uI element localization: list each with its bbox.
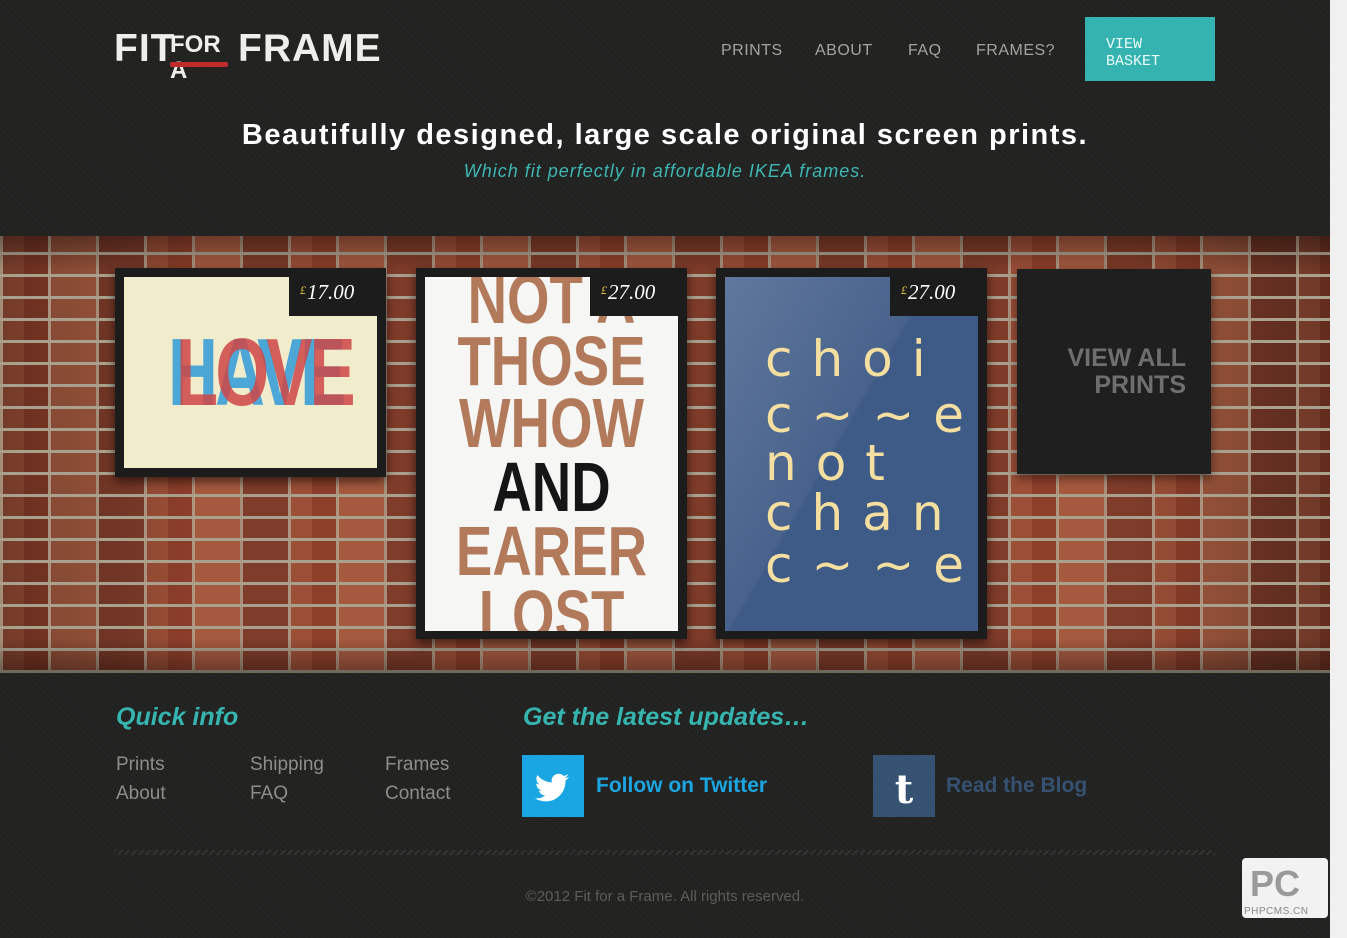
follow-twitter-link[interactable]: Follow on Twitter — [596, 774, 767, 798]
footer-link-shipping[interactable]: Shipping — [250, 754, 324, 776]
art-line: chan — [765, 484, 963, 542]
art-line: c~~e — [765, 536, 978, 594]
quick-info-heading: Quick info — [116, 703, 239, 731]
art-text: LOVE — [176, 319, 356, 426]
view-basket-label: VIEW BASKET — [1106, 36, 1161, 70]
nav-about[interactable]: ABOUT — [815, 42, 873, 60]
currency-symbol: £ — [901, 283, 907, 297]
logo-word-for-a: FOR A — [170, 31, 221, 84]
footer-divider — [114, 850, 1215, 855]
currency-symbol: £ — [300, 283, 306, 297]
page: FIT FOR A FRAME PRINTS ABOUT FAQ FRAMES?… — [0, 0, 1330, 938]
art-line: WHOW — [459, 384, 644, 462]
art-line: choi — [765, 330, 945, 388]
currency-symbol: £ — [601, 283, 607, 297]
watermark-logo: PC PHPCMS.CN — [1242, 858, 1328, 918]
price-value: 17.00 — [307, 280, 355, 304]
read-blog-link[interactable]: Read the Blog — [946, 774, 1087, 798]
art-line: not — [765, 434, 904, 492]
nav-prints[interactable]: PRINTS — [721, 42, 783, 60]
footer-link-prints[interactable]: Prints — [116, 754, 165, 776]
footer-link-frames[interactable]: Frames — [385, 754, 449, 776]
price-tag: £17.00 — [289, 268, 386, 316]
copyright-text: ©2012 Fit for a Frame. All rights reserv… — [525, 888, 805, 905]
art-line: EARER — [455, 512, 648, 590]
footer-link-faq[interactable]: FAQ — [250, 783, 288, 805]
nav-frames[interactable]: FRAMES? — [976, 42, 1055, 60]
logo-underline — [170, 62, 228, 67]
art-line: AND — [492, 448, 611, 526]
price-value: 27.00 — [608, 280, 656, 304]
logo-word-frame: FRAME — [238, 27, 382, 70]
vertical-scrollbar[interactable] — [1330, 0, 1347, 938]
view-all-prints-tile[interactable]: VIEW ALL PRINTS — [1017, 269, 1211, 474]
logo-word-fit: FIT — [114, 27, 176, 70]
art-line: LOST — [478, 576, 625, 631]
view-all-prints-label: VIEW ALL PRINTS — [1067, 344, 1186, 399]
print-card-love[interactable]: HAVE LOVE £17.00 — [115, 268, 386, 477]
footer-link-about[interactable]: About — [116, 783, 166, 805]
print-card-not-all-those[interactable]: NOT A THOSE WHOW AND EARER LOST £27.00 — [416, 268, 687, 639]
view-basket-button[interactable]: VIEW BASKET — [1085, 17, 1215, 81]
updates-heading: Get the latest updates… — [523, 703, 810, 731]
nav-faq[interactable]: FAQ — [908, 42, 942, 60]
print-artwork-not-all-those: NOT A THOSE WHOW AND EARER LOST — [425, 277, 678, 631]
watermark-text: PC — [1250, 863, 1301, 904]
print-artwork-choice: choi c~~e not chan c~~e — [725, 277, 978, 631]
watermark-caption: PHPCMS.CN — [1244, 906, 1309, 917]
hero-headline: Beautifully designed, large scale origin… — [241, 119, 1089, 151]
footer-link-contact[interactable]: Contact — [385, 783, 450, 805]
print-card-choice[interactable]: choi c~~e not chan c~~e £27.00 — [716, 268, 987, 639]
svg-text:t: t — [895, 766, 914, 813]
price-tag: £27.00 — [590, 268, 687, 316]
hero-subline: Which fit perfectly in affordable IKEA f… — [463, 161, 867, 181]
tumblr-t-icon[interactable]: t — [873, 755, 935, 817]
twitter-bird-icon[interactable] — [522, 755, 584, 817]
price-tag: £27.00 — [890, 268, 987, 316]
price-value: 27.00 — [908, 280, 956, 304]
